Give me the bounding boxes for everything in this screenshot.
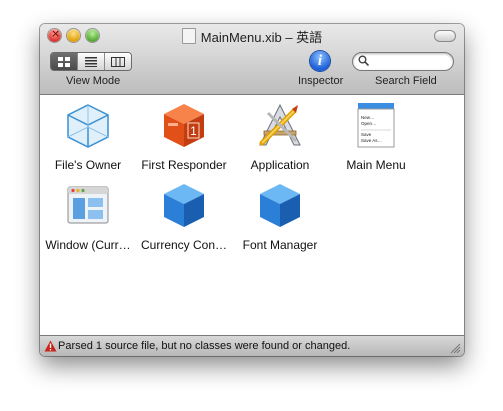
info-icon: i (317, 53, 323, 69)
object-label: Window (Curr… (45, 238, 131, 252)
object-label: First Responder (141, 158, 227, 172)
toolbar-toggle-button[interactable] (434, 30, 456, 42)
object-application[interactable]: Application (232, 101, 328, 172)
document-proxy-icon[interactable] (181, 28, 196, 44)
search-field[interactable] (352, 52, 454, 71)
menu-icon: New… Open… Save Save As… (357, 103, 395, 148)
column-view-button[interactable] (105, 53, 131, 70)
window-title-area: MainMenu.xib – 英語 (40, 27, 464, 46)
object-first-responder[interactable]: 1 First Responder (136, 101, 232, 172)
document-window: MainMenu.xib – 英語 (40, 24, 464, 356)
responder-badge: 1 (190, 124, 197, 138)
menu-item-open: Open… (361, 121, 377, 126)
list-view-icon (85, 56, 97, 67)
search-field-label: Search Field (375, 75, 437, 87)
menu-item-save-as: Save As… (361, 138, 382, 143)
blue-cube-icon (164, 184, 204, 227)
object-label: Main Menu (346, 158, 406, 172)
view-mode-control (50, 52, 132, 71)
menu-item-new: New… (361, 115, 375, 120)
object-currency-converter[interactable]: Currency Con… (136, 181, 232, 252)
application-icon (259, 103, 301, 146)
view-mode-label: View Mode (66, 75, 121, 87)
menu-item-save: Save (361, 132, 372, 137)
list-view-button[interactable] (78, 53, 105, 70)
icon-view-icon (58, 56, 70, 67)
object-window[interactable]: Window (Curr… (40, 181, 136, 252)
inspector-label: Inspector (298, 75, 344, 87)
object-label: Application (250, 158, 310, 172)
column-view-icon (111, 56, 125, 67)
resize-grip-icon[interactable] (450, 343, 461, 354)
icon-view-button[interactable] (51, 53, 78, 70)
object-label: Currency Con… (140, 238, 228, 252)
object-label: Font Manager (242, 238, 318, 252)
object-main-menu[interactable]: New… Open… Save Save As… Main Menu (328, 101, 424, 172)
status-message: Parsed 1 source file, but no classes wer… (58, 340, 351, 352)
object-font-manager[interactable]: Font Manager (232, 181, 328, 252)
first-responder-cube-icon: 1 (164, 104, 204, 147)
window-icon (67, 186, 109, 224)
object-files-owner[interactable]: File's Owner (40, 101, 136, 172)
search-input[interactable] (371, 54, 451, 70)
inspector-button[interactable]: i (310, 51, 330, 71)
warning-icon (44, 340, 57, 352)
object-label: File's Owner (54, 158, 122, 172)
objects-area: File's Owner 1 First Responder Applicati… (40, 95, 464, 335)
wireframe-cube-icon (67, 104, 109, 148)
title-bar: MainMenu.xib – 英語 (40, 24, 464, 95)
search-icon (358, 55, 369, 66)
blue-cube-icon (260, 184, 300, 227)
window-title: MainMenu.xib – 英語 (200, 30, 323, 45)
status-bar: Parsed 1 source file, but no classes wer… (40, 335, 464, 356)
